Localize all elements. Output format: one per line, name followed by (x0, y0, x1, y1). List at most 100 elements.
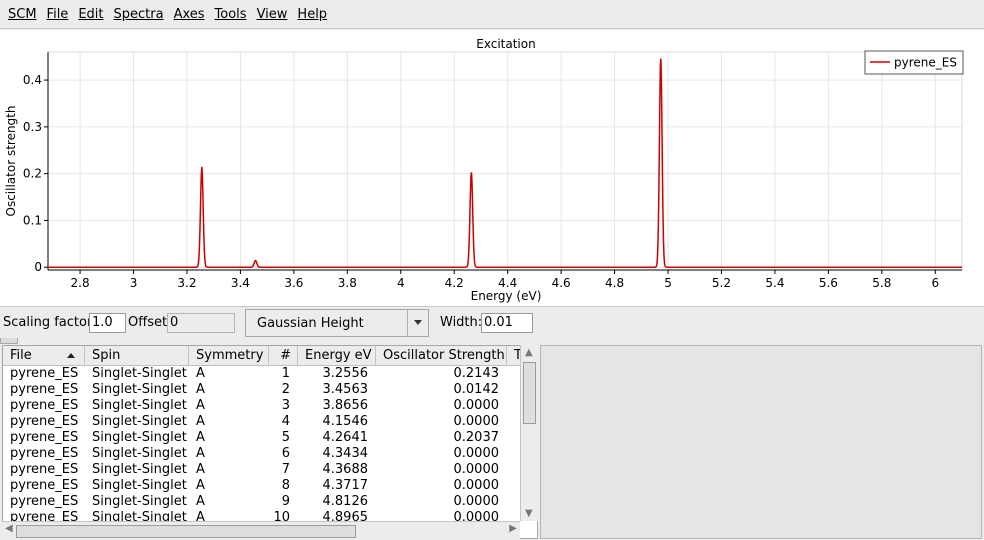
table-body: pyrene_ES Singlet-Singlet A 1 3.2556 0.2143 py… (3, 366, 507, 526)
x-tick-label: 5 (664, 276, 672, 290)
y-tick-label: 0 (34, 260, 42, 274)
x-tick-label: 5.4 (765, 276, 784, 290)
column-header-file[interactable]: File (3, 346, 85, 366)
cell-oscillator-strength: 0.0000 (453, 494, 500, 509)
menu-view-label: View (256, 6, 288, 22)
sort-ascending-icon (67, 353, 75, 358)
spectrum-controls: Scaling factor: 1.0 Offset: 0 Width: 0.0… (0, 308, 984, 338)
menu-edit-label: Edit (78, 6, 104, 22)
column-header-file-label: File (10, 348, 32, 363)
cell-number: 3 (281, 398, 290, 413)
table-row[interactable]: pyrene_ES Singlet-Singlet A 4 4.1546 0.0000 (3, 414, 507, 430)
spectrum-plot[interactable]: 2.8 3 3.2 3.4 3.6 3.8 4 4.2 4.4 4.6 4.8 5 5.2 5.4 5.6 5… (0, 30, 984, 307)
axes: 2.8 3 3.2 3.4 3.6 3.8 4 4.2 4.4 4.6 4.8 5 5.2 5.4 5.6 5… (23, 52, 962, 290)
table-horizontal-scrollbar[interactable]: ◀ ▶ (2, 521, 520, 539)
chevron-down-icon[interactable] (414, 320, 422, 325)
cell-oscillator-strength: 0.2143 (453, 366, 500, 381)
cell-oscillator-strength: 0.0000 (453, 414, 500, 429)
menu-bar: SCM File Edit Spectra Axes Tools View He… (0, 0, 984, 29)
cell-file: pyrene_ES (10, 462, 79, 477)
menu-spectra[interactable]: Spectra (109, 0, 169, 29)
menu-help-label: Help (297, 6, 328, 22)
scroll-down-arrow-icon[interactable]: ▼ (525, 508, 533, 519)
series-line-pyrene-es[interactable] (48, 58, 962, 268)
x-tick-label: 4.2 (445, 276, 464, 290)
cell-oscillator-strength: 0.0000 (453, 446, 500, 461)
cell-energy: 3.8656 (322, 398, 369, 413)
cell-spin: Singlet-Singlet (92, 398, 187, 413)
menu-edit[interactable]: Edit (73, 0, 108, 29)
y-tick-label: 0.3 (23, 120, 42, 134)
grid (48, 52, 962, 270)
details-pane (540, 345, 982, 539)
menu-spectra-label: Spectra (113, 6, 164, 22)
width-input[interactable]: 0.01 (481, 313, 533, 333)
table-row[interactable]: pyrene_ES Singlet-Singlet A 9 4.8126 0.0000 (3, 494, 507, 510)
menu-view[interactable]: View (252, 0, 293, 29)
x-tick-label: 3.6 (284, 276, 303, 290)
table-row[interactable]: pyrene_ES Singlet-Singlet A 6 4.3434 0.0000 (3, 446, 507, 462)
cell-symmetry: A (196, 446, 205, 461)
cell-file: pyrene_ES (10, 430, 79, 445)
table-row[interactable]: pyrene_ES Singlet-Singlet A 3 3.8656 0.0000 (3, 398, 507, 414)
cell-energy: 3.2556 (322, 366, 369, 381)
cell-symmetry: A (196, 414, 205, 429)
cell-symmetry: A (196, 398, 205, 413)
x-tick-label: 3.2 (177, 276, 196, 290)
table-row[interactable]: pyrene_ES Singlet-Singlet A 2 3.4563 0.0142 (3, 382, 507, 398)
menu-tools-label: Tools (214, 6, 247, 22)
table-vertical-scrollbar[interactable]: ▲ ▼ (520, 345, 538, 521)
column-header-spin[interactable]: Spin (85, 346, 189, 366)
width-label: Width: (440, 315, 483, 330)
x-tick-label: 3 (130, 276, 138, 290)
x-axis-label: Energy (eV) (471, 289, 542, 303)
cell-number: 7 (281, 462, 290, 477)
menu-scm[interactable]: SCM (3, 0, 42, 29)
cell-spin: Singlet-Singlet (92, 462, 187, 477)
cell-oscillator-strength: 0.0000 (453, 478, 500, 493)
menu-help[interactable]: Help (292, 0, 332, 29)
scroll-left-arrow-icon[interactable]: ◀ (5, 523, 13, 534)
legend-label-pyrene-es: pyrene_ES (894, 56, 957, 70)
x-tick-label: 5.6 (819, 276, 838, 290)
spectrum-chart[interactable]: 2.8 3 3.2 3.4 3.6 3.8 4 4.2 4.4 4.6 4.8 5 5.2 5.4 5.6 5… (0, 30, 984, 307)
table-row[interactable]: pyrene_ES Singlet-Singlet A 7 4.3688 0.0000 (3, 462, 507, 478)
menu-axes[interactable]: Axes (169, 0, 210, 29)
table-row[interactable]: pyrene_ES Singlet-Singlet A 1 3.2556 0.2143 (3, 366, 507, 382)
horizontal-scroll-thumb[interactable] (16, 525, 356, 538)
broadening-mode-select[interactable]: Gaussian Height (245, 309, 429, 337)
plot-frame (47, 51, 963, 271)
menu-file[interactable]: File (42, 0, 74, 29)
offset-input[interactable]: 0 (167, 313, 235, 333)
cell-symmetry: A (196, 478, 205, 493)
cell-oscillator-strength: 0.0142 (453, 382, 500, 397)
cell-energy: 4.3688 (322, 462, 369, 477)
scroll-up-arrow-icon[interactable]: ▲ (525, 347, 533, 358)
column-header-energy[interactable]: Energy eV (298, 346, 376, 366)
cell-oscillator-strength: 0.0000 (453, 398, 500, 413)
table-row[interactable]: pyrene_ES Singlet-Singlet A 5 4.2641 0.2037 (3, 430, 507, 446)
table-row[interactable]: pyrene_ES Singlet-Singlet A 8 4.3717 0.0000 (3, 478, 507, 494)
column-header-oscillator-strength[interactable]: Oscillator Strength (376, 346, 507, 366)
x-tick-label: 5.2 (712, 276, 731, 290)
column-header-number[interactable]: # (269, 346, 298, 366)
cell-number: 9 (281, 494, 290, 509)
cell-symmetry: A (196, 382, 205, 397)
scaling-factor-input[interactable]: 1.0 (89, 313, 126, 333)
cell-number: 4 (281, 414, 290, 429)
vertical-scroll-thumb[interactable] (523, 362, 536, 424)
menu-tools[interactable]: Tools (210, 0, 252, 29)
column-header-symmetry[interactable]: Symmetry (189, 346, 269, 366)
chart-title: Excitation (476, 37, 535, 51)
y-tick-label: 0.2 (23, 167, 42, 181)
cell-symmetry: A (196, 462, 205, 477)
excitations-table: File Spin Symmetry # Energy eV Oscillato… (2, 345, 538, 539)
column-header-number-label: # (280, 348, 291, 363)
splitter-handle[interactable] (0, 338, 18, 344)
cell-spin: Singlet-Singlet (92, 382, 187, 397)
scroll-right-arrow-icon[interactable]: ▶ (509, 523, 517, 534)
column-header-oscillator-strength-label: Oscillator Strength (383, 348, 505, 363)
menu-axes-label: Axes (173, 6, 205, 22)
column-header-energy-label: Energy eV (305, 348, 372, 363)
x-tick-label: 4 (397, 276, 405, 290)
